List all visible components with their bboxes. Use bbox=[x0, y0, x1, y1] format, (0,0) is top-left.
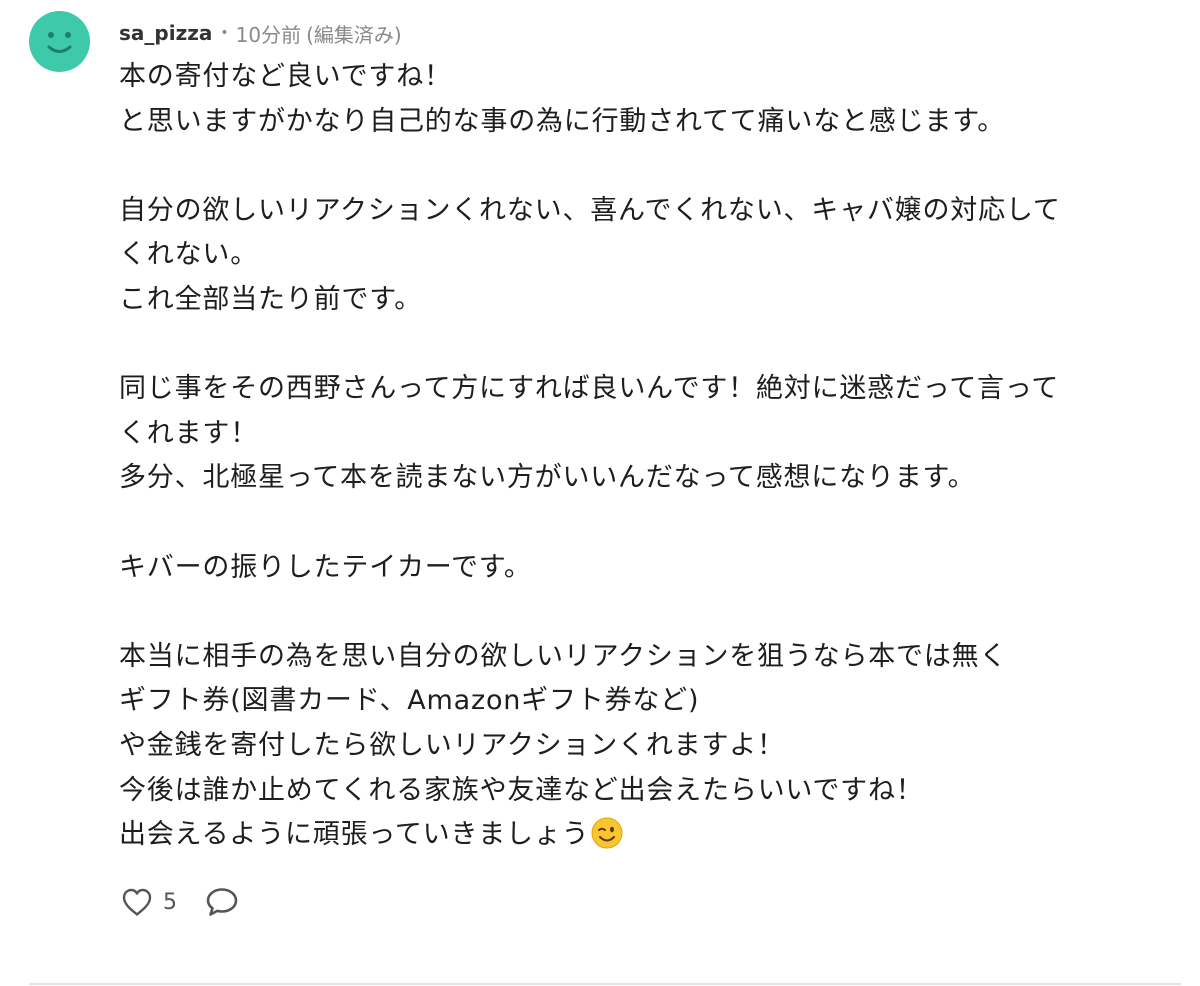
comment-text: 本当に相手の為を思い自分の欲しいリアクションを狙うなら本では無く bbox=[119, 640, 1008, 672]
comment-text-line: ギフト券(図書カード、Amazonギフト券など) bbox=[119, 679, 1189, 724]
comment-text: や金銭を寄付したら欲しいリアクションくれますよ！ bbox=[119, 729, 785, 761]
comment-text-line: 同じ事をその西野さんって方にすれば良いんです！絶対に迷惑だって言って bbox=[119, 367, 1189, 412]
comment-body: 本の寄付など良いですね！ と思いますがかなり自己的な事の為に行動されてて痛いなと感… bbox=[119, 55, 1189, 858]
comment-text-line: 本当に相手の為を思い自分の欲しいリアクションを狙うなら本では無く bbox=[119, 635, 1189, 680]
comment-text: ギフト券(図書カード、Amazonギフト券など) bbox=[119, 685, 700, 717]
comment-text-line: 本の寄付など良いですね！ bbox=[119, 55, 1189, 100]
like-button[interactable] bbox=[119, 884, 155, 920]
reply-button[interactable] bbox=[203, 884, 241, 920]
comment-text-line: くれます！ bbox=[119, 412, 1189, 457]
comment-text: 本の寄付など良いですね！ bbox=[119, 61, 452, 92]
comment-text: くれない。 bbox=[119, 239, 258, 271]
comment-text: 多分、北極星って本を読まない方がいいんだなって感想になります。 bbox=[119, 462, 976, 494]
heart-outline-icon bbox=[122, 888, 152, 916]
comment-text-line: や金銭を寄付したら欲しいリアクションくれますよ！ bbox=[119, 724, 1189, 769]
comment-text-line: 多分、北極星って本を読まない方がいいんだなって感想になります。 bbox=[119, 456, 1189, 501]
speech-bubble-icon bbox=[206, 888, 238, 916]
comment-text-line: 出会えるように頑張っていきましょう bbox=[119, 813, 1189, 858]
meta-separator: • bbox=[220, 25, 229, 41]
comment-text: 今後は誰か止めてくれる家族や友達など出会えたらいいですね！ bbox=[119, 774, 924, 806]
comment-meta: sa_pizza • 10分前 (編集済み) bbox=[119, 19, 402, 47]
comment-text: 出会えるように頑張っていきましょう bbox=[119, 819, 590, 851]
edited-label: (編集済み) bbox=[306, 22, 402, 47]
user-avatar[interactable] bbox=[29, 11, 90, 72]
comment-text: と思いますがかなり自己的な事の為に行動されてて痛いなと感じます。 bbox=[119, 105, 1006, 137]
comment-text: これ全部当たり前です。 bbox=[119, 283, 423, 315]
like-count: 5 bbox=[163, 889, 177, 915]
comment-text: くれます！ bbox=[119, 417, 258, 449]
comment-text-line: 自分の欲しいリアクションくれない、喜んでくれない、キャバ嬢の対応して bbox=[119, 189, 1189, 234]
comment-card: sa_pizza • 10分前 (編集済み) 本の寄付など良いですね！ と思います… bbox=[0, 0, 1200, 986]
comment-text: 自分の欲しいリアクションくれない、喜んでくれない、キャバ嬢の対応して bbox=[119, 194, 1061, 226]
comment-text-line: これ全部当たり前です。 bbox=[119, 278, 1189, 323]
comment-text-line: と思いますがかなり自己的な事の為に行動されてて痛いなと感じます。 bbox=[119, 100, 1189, 145]
comment-text: 同じ事をその西野さんって方にすれば良いんです！絶対に迷惑だって言って bbox=[119, 373, 1060, 405]
winking-face-emoji bbox=[591, 817, 623, 849]
comment-divider bbox=[29, 983, 1181, 985]
username-link[interactable]: sa_pizza bbox=[119, 21, 212, 45]
comment-text-line: くれない。 bbox=[119, 233, 1189, 278]
comment-text: キバーの振りしたテイカーです。 bbox=[119, 551, 532, 583]
comment-actions: 5 bbox=[119, 882, 241, 922]
timestamp: 10分前 bbox=[235, 22, 302, 47]
comment-text-line: 今後は誰か止めてくれる家族や友達など出会えたらいいですね！ bbox=[119, 769, 1189, 814]
comment-text-line: キバーの振りしたテイカーです。 bbox=[119, 546, 1189, 591]
smiley-face-icon bbox=[47, 32, 72, 53]
